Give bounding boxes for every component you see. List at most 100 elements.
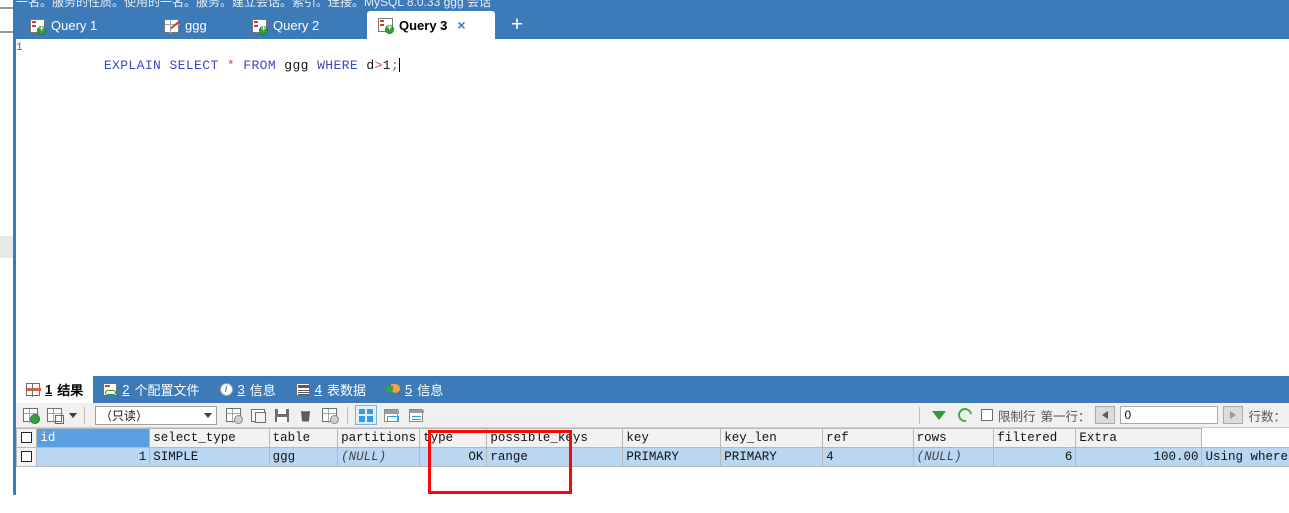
delete-row-icon[interactable] (295, 405, 316, 425)
line-number: 1 (16, 42, 23, 54)
column-header-type[interactable]: type (419, 428, 488, 448)
result-tab-label: 表数据 (326, 383, 366, 398)
tab-query-3[interactable]: Query 3 × (367, 11, 495, 39)
result-tab-label: 个配置文件 (134, 383, 200, 398)
select-all-checkbox-cell[interactable] (16, 428, 38, 448)
column-header-select-type[interactable]: select_type (149, 428, 270, 448)
info-icon: i (219, 383, 233, 396)
cell-rows[interactable]: 6 (993, 447, 1077, 467)
bottom-filler (13, 495, 1289, 513)
result-tab-2[interactable]: 2 个配置文件 (93, 376, 209, 403)
result-tab-bar[interactable]: 1 结果 2 个配置文件 i 3 信息 4 表数据 5 信息 (16, 376, 1289, 403)
export-recordset-icon[interactable] (44, 405, 65, 425)
column-header-partitions[interactable]: partitions (337, 428, 421, 448)
cell-type[interactable]: range (486, 447, 624, 467)
first-row-prev-button[interactable] (1095, 406, 1116, 424)
column-header-key-len[interactable]: key_len (720, 428, 824, 448)
sql-token: SELECT (169, 58, 219, 73)
result-tab-label: 信息 (249, 383, 276, 398)
result-tab-num: 5 (405, 382, 413, 397)
checkbox-icon[interactable] (21, 451, 33, 463)
column-header-extra[interactable]: Extra (1075, 428, 1203, 448)
checkbox-icon[interactable] (21, 432, 33, 444)
result-tab-num: 1 (45, 382, 53, 397)
toolbar-right-group: 限制行 第一行： 0 行数： (915, 405, 1288, 433)
result-toolbar[interactable]: （只读） 限制行 第一行： 0 行数： (16, 403, 1289, 433)
cell-filtered[interactable]: 100.00 (1075, 447, 1203, 467)
cell-partitions[interactable]: (NULL) (337, 447, 421, 467)
limit-rows-checkbox[interactable] (980, 409, 993, 421)
save-icon[interactable] (271, 405, 292, 425)
tab-query-1[interactable]: Query 1 (19, 12, 131, 39)
left-rail (0, 0, 18, 513)
sql-token: EXPLAIN (103, 58, 162, 73)
cell-overlay-ok[interactable]: OK (419, 447, 488, 467)
cell-key-len[interactable]: 4 (822, 447, 914, 467)
explain-table[interactable]: id select_type table partitions type pos… (16, 428, 1289, 467)
first-row-input[interactable]: 0 (1120, 406, 1219, 424)
toolbar-separator (84, 406, 85, 424)
column-header-filtered[interactable]: filtered (993, 428, 1077, 448)
result-tab-label: 信息 (417, 383, 444, 398)
results-panel: 1 结果 2 个配置文件 i 3 信息 4 表数据 5 信息 （只读） 限制行 … (13, 376, 1289, 513)
sql-editor[interactable]: 1 EXPLAIN SELECT * FROM ggg WHERE d>1; (13, 39, 1289, 376)
sql-token: d (366, 58, 375, 73)
result-tab-4[interactable]: 4 表数据 (286, 376, 376, 403)
tab-ggg[interactable]: ggg (153, 12, 243, 39)
text-caret (399, 58, 401, 72)
result-tab-1[interactable]: 1 结果 (16, 376, 94, 403)
sql-code-line[interactable]: EXPLAIN SELECT * FROM ggg WHERE d>1; (71, 43, 401, 88)
result-tab-num: 2 (122, 382, 130, 397)
sql-token: > (374, 58, 383, 73)
table-data-icon (295, 383, 310, 396)
sql-token: ; (390, 58, 400, 73)
editor-tab-bar[interactable]: Query 1 ggg Query 2 Query 3 × + (13, 9, 1289, 39)
sql-tokens: EXPLAIN SELECT * FROM ggg WHERE d>1; (104, 58, 399, 73)
sql-token: 1 (382, 58, 391, 73)
reload-icon[interactable] (955, 405, 976, 425)
column-header-key[interactable]: key (622, 428, 722, 448)
cell-ref[interactable]: (NULL) (912, 447, 995, 467)
result-grid-icon (26, 383, 41, 397)
column-header-table[interactable]: table (268, 428, 339, 448)
chevron-down-icon[interactable] (69, 412, 77, 418)
column-header-id[interactable]: id (36, 428, 151, 448)
grid-view-icon[interactable] (355, 405, 377, 425)
result-tab-label: 结果 (57, 383, 84, 398)
cell-table[interactable]: ggg (268, 447, 339, 467)
readonly-select[interactable]: （只读） (95, 405, 217, 425)
row-count-label: 行数： (1248, 409, 1286, 424)
cell-key[interactable]: PRIMARY (720, 447, 824, 467)
cell-id[interactable]: 1 (36, 447, 151, 467)
column-header-ref[interactable]: ref (822, 428, 914, 448)
result-tab-5[interactable]: 5 信息 (376, 376, 453, 403)
sql-token: WHERE (317, 58, 359, 73)
add-tab-button[interactable]: + (505, 14, 529, 37)
new-row-icon[interactable] (223, 405, 244, 425)
cell-possible-keys[interactable]: PRIMARY (622, 447, 722, 467)
tab-label: ggg (185, 18, 207, 33)
close-icon[interactable]: × (457, 17, 465, 33)
toolbar-separator (918, 406, 920, 424)
column-header-rows[interactable]: rows (912, 428, 995, 448)
field-view-icon[interactable] (405, 405, 427, 425)
tab-label: Query 3 (399, 17, 448, 33)
table-row[interactable]: 1 SIMPLE ggg (NULL) OK range PRIMARY PRI… (16, 447, 1289, 467)
toolbar-separator (347, 406, 348, 424)
cancel-edit-icon[interactable] (319, 405, 340, 425)
refresh-result-icon[interactable] (20, 405, 41, 425)
row-checkbox-cell[interactable] (16, 447, 38, 467)
result-tab-3[interactable]: i 3 信息 (210, 376, 286, 403)
left-rail-marker (0, 236, 13, 258)
pie-chart-icon (386, 383, 400, 396)
cell-extra[interactable]: Using where (1201, 447, 1289, 467)
column-header-possible-keys[interactable]: possible_keys (486, 428, 624, 448)
readonly-select-value: （只读） (100, 408, 149, 423)
first-row-next-button[interactable] (1223, 406, 1244, 424)
tab-query-2[interactable]: Query 2 (241, 12, 353, 39)
filter-icon[interactable] (929, 405, 950, 433)
cell-select-type[interactable]: SIMPLE (149, 447, 270, 467)
form-view-icon[interactable] (380, 405, 402, 425)
edit-row-icon[interactable] (247, 405, 268, 425)
